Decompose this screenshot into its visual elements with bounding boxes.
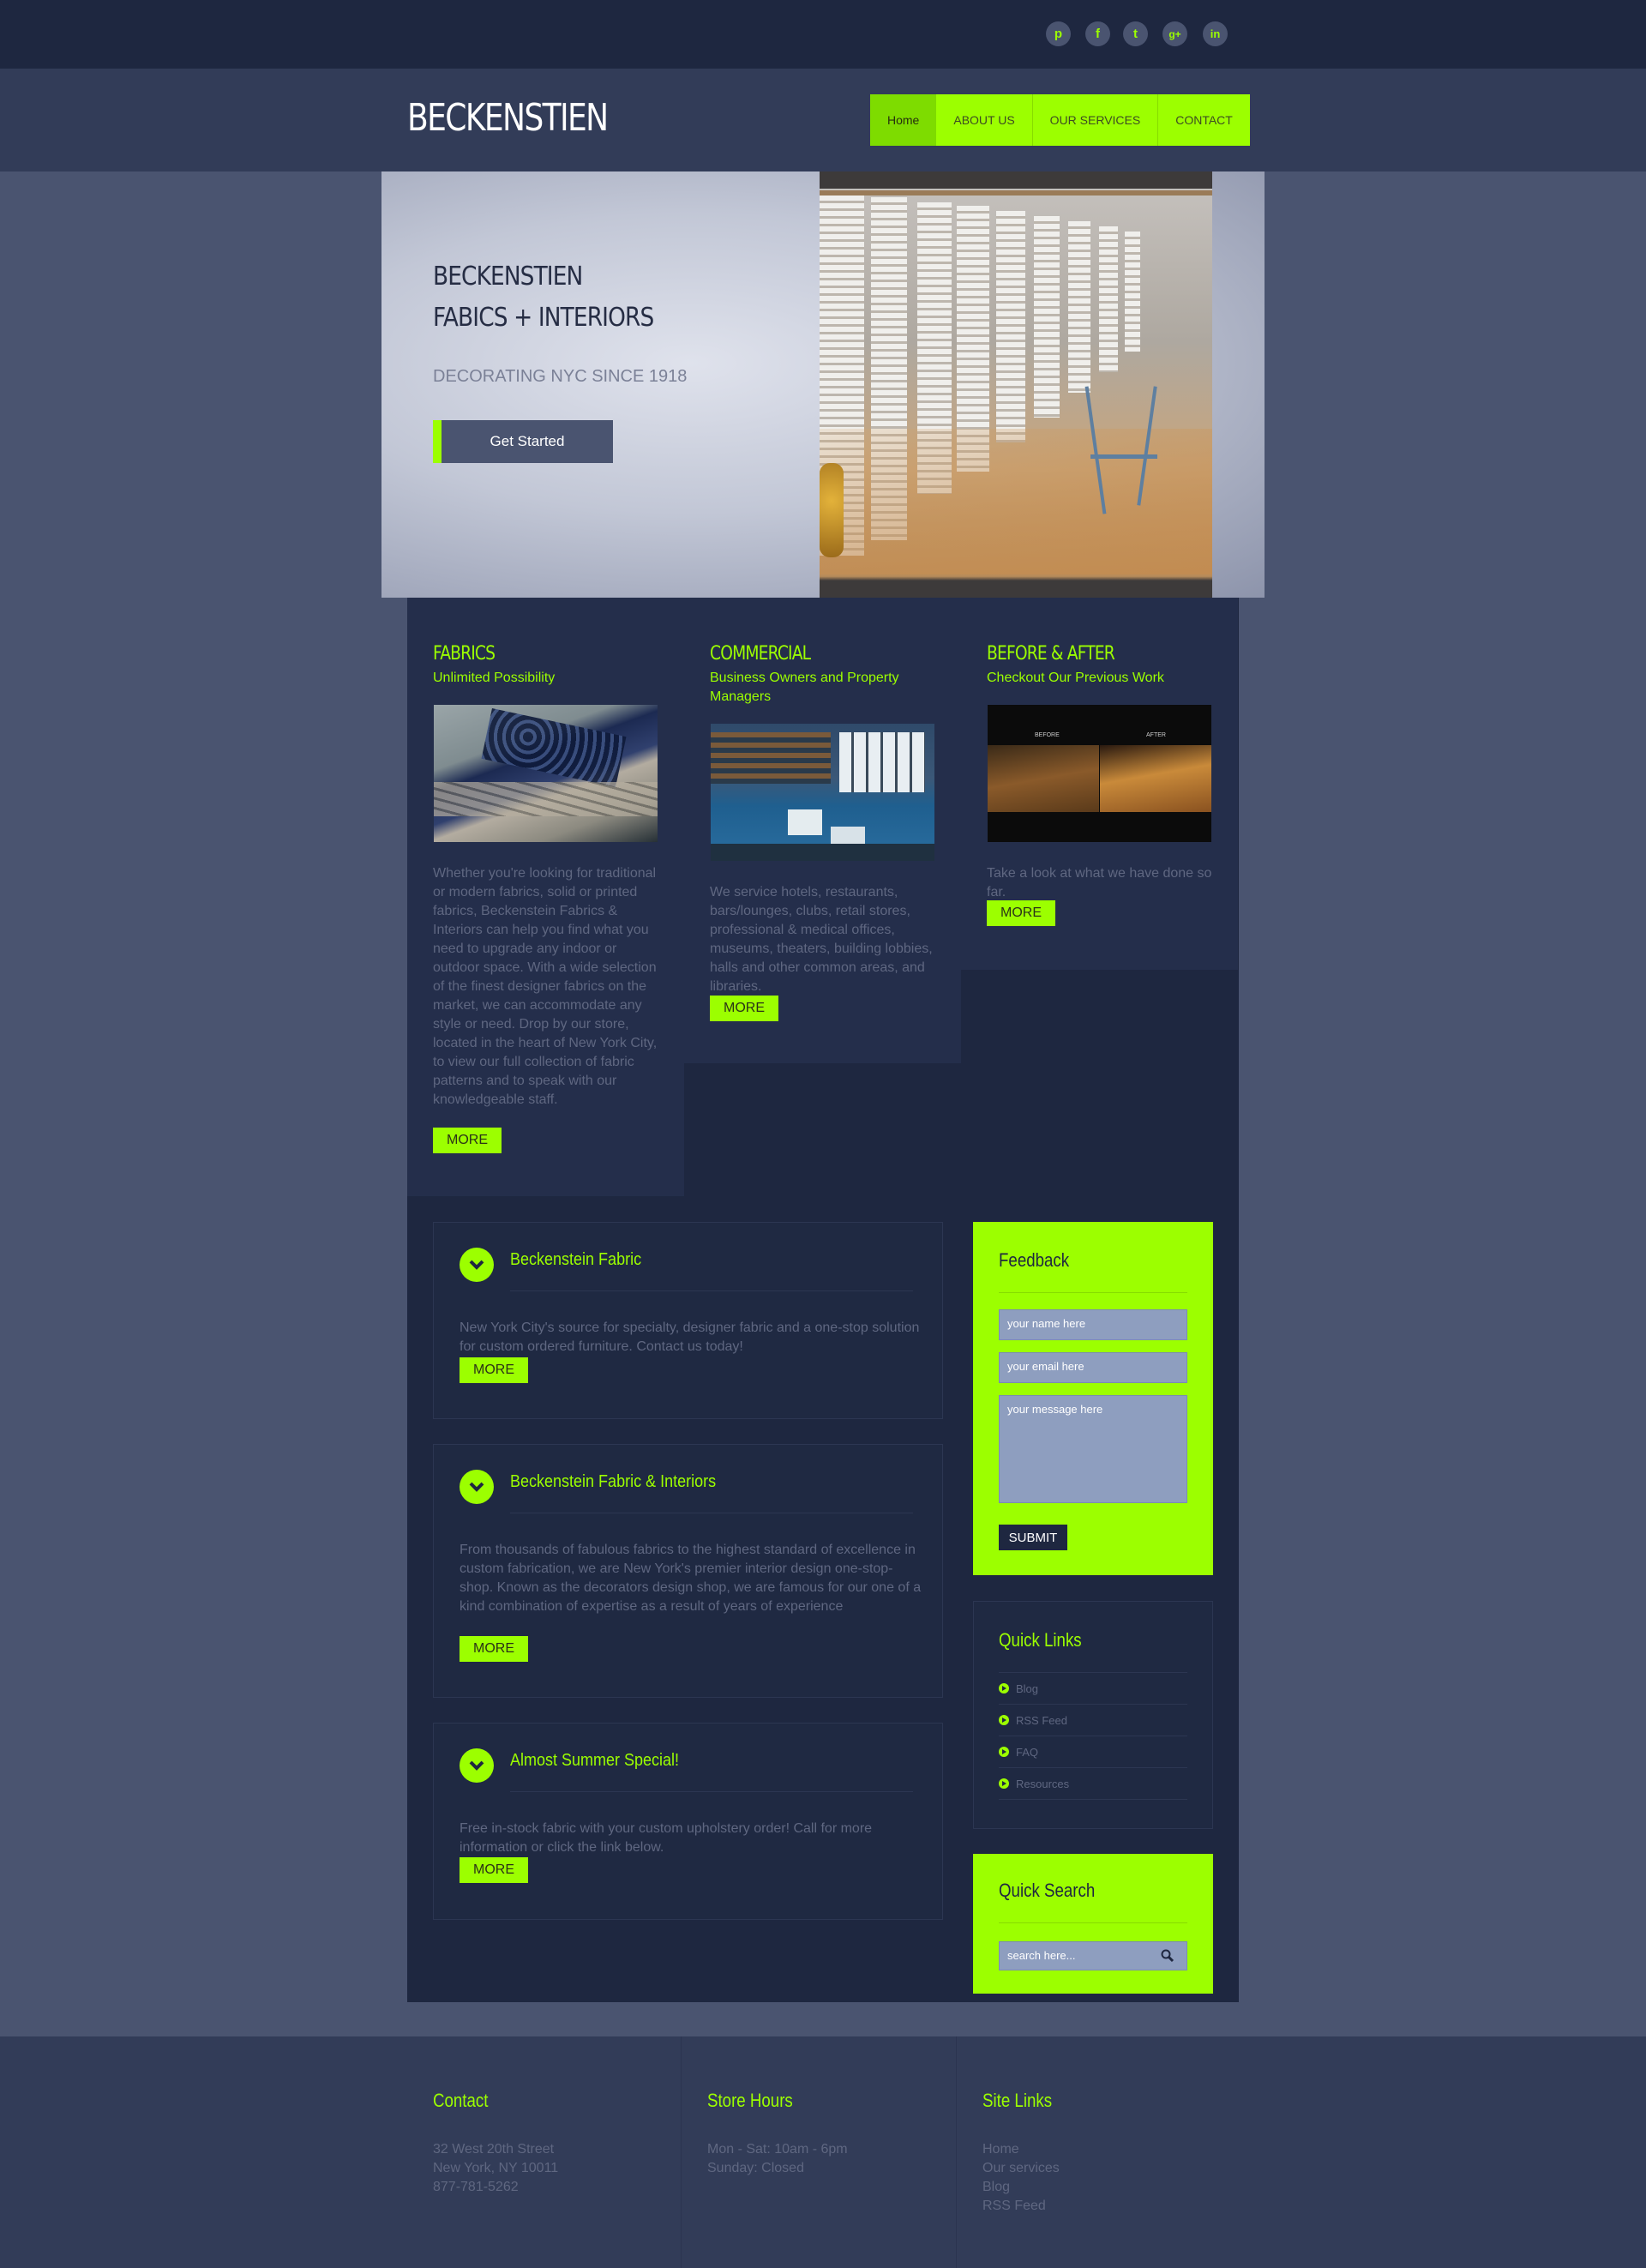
pinterest-icon[interactable]: p	[1046, 21, 1071, 46]
quick-link-resources[interactable]: Resources	[999, 1768, 1187, 1800]
get-started-button[interactable]: Get Started	[433, 420, 613, 463]
panel-title[interactable]: Almost Summer Special!	[510, 1751, 679, 1771]
message-field[interactable]: your message here	[999, 1395, 1187, 1503]
before-after-image: BEFORE AFTER	[988, 705, 1211, 842]
feedback-title: Feedback	[999, 1249, 1070, 1271]
fabrics-text: Whether you're looking for traditional o…	[433, 866, 658, 1107]
footer-link-blog[interactable]: Blog	[982, 2178, 1060, 2197]
site-header	[0, 69, 1646, 171]
chevron-down-icon[interactable]	[460, 1748, 494, 1783]
commercial-subtitle: Business Owners and Property Managers	[710, 671, 899, 704]
footer-hours-info: Mon - Sat: 10am - 6pm Sunday: Closed	[707, 2140, 848, 2178]
arrow-circle-icon	[999, 1747, 1009, 1757]
hero-title-line2: FABICS + INTERIORS	[433, 303, 654, 333]
footer-link-rss-feed[interactable]: RSS Feed	[982, 2197, 1060, 2216]
panel-text: Free in-stock fabric with your custom up…	[460, 1821, 873, 1855]
quick-links-title: Quick Links	[999, 1629, 1082, 1651]
footer-site-links: Home Our services Blog RSS Feed	[982, 2140, 1060, 2216]
divider	[999, 1922, 1187, 1923]
footer-hours-title: Store Hours	[707, 2090, 793, 2111]
google-plus-icon[interactable]: g+	[1162, 21, 1187, 46]
footer-link-our-services[interactable]: Our services	[982, 2159, 1060, 2178]
chevron-down-icon[interactable]	[460, 1248, 494, 1282]
search-icon[interactable]	[1160, 1948, 1175, 1964]
linkedin-icon[interactable]: in	[1203, 21, 1228, 46]
address-line: New York, NY 10011	[433, 2161, 559, 2175]
phone-number: 877-781-5262	[433, 2180, 519, 2194]
hours-line: Sunday: Closed	[707, 2161, 804, 2175]
fabrics-subtitle: Unlimited Possibility	[433, 671, 556, 685]
panel-text: New York City's source for specialty, de…	[460, 1320, 920, 1354]
search-input[interactable]: search here...	[999, 1941, 1187, 1970]
address-line: 32 West 20th Street	[433, 2142, 555, 2157]
arrow-circle-icon	[999, 1683, 1009, 1693]
top-bar	[0, 0, 1646, 69]
panel-more-button[interactable]: MORE	[460, 1857, 528, 1883]
panel-more-button[interactable]: MORE	[460, 1636, 528, 1662]
quick-link-rss-feed[interactable]: RSS Feed	[999, 1705, 1187, 1736]
quick-search-box	[973, 1854, 1213, 1994]
arrow-circle-icon	[999, 1778, 1009, 1789]
divider	[956, 2036, 957, 2268]
before-after-more-button[interactable]: MORE	[987, 900, 1055, 926]
nav-contact[interactable]: CONTACT	[1157, 94, 1250, 146]
name-field[interactable]: your name here	[999, 1309, 1187, 1340]
nav-our-services[interactable]: OUR SERVICES	[1031, 94, 1158, 146]
footer-contact-title: Contact	[433, 2090, 489, 2111]
hero-image	[820, 171, 1212, 598]
fabrics-more-button[interactable]: MORE	[433, 1128, 502, 1153]
hero-subtitle: DECORATING NYC SINCE 1918	[433, 367, 688, 386]
hero-title: BECKENSTIEN	[433, 262, 583, 292]
panel-title[interactable]: Beckenstein Fabric & Interiors	[510, 1472, 716, 1492]
divider	[681, 2036, 682, 2268]
before-after-text: Take a look at what we have done so far.	[987, 866, 1212, 899]
divider	[999, 1292, 1187, 1293]
footer-link-home[interactable]: Home	[982, 2140, 1060, 2159]
twitter-icon[interactable]: t	[1123, 21, 1148, 46]
commercial-title: COMMERCIAL	[710, 643, 811, 665]
before-after-title: BEFORE & AFTER	[987, 643, 1115, 665]
fabrics-title: FABRICS	[433, 643, 496, 665]
quick-link-faq[interactable]: FAQ	[999, 1736, 1187, 1768]
chevron-down-icon[interactable]	[460, 1470, 494, 1504]
fabrics-image	[434, 705, 658, 842]
divider	[510, 1290, 913, 1291]
footer-contact-info: 32 West 20th Street New York, NY 10011 8…	[433, 2140, 558, 2197]
facebook-icon[interactable]: f	[1085, 21, 1110, 46]
divider	[510, 1791, 913, 1792]
commercial-image	[711, 724, 934, 861]
main-nav: Home ABOUT US OUR SERVICES CONTACT	[870, 94, 1250, 146]
panel-title[interactable]: Beckenstein Fabric	[510, 1250, 641, 1270]
quick-search-title: Quick Search	[999, 1880, 1096, 1901]
arrow-circle-icon	[999, 1715, 1009, 1725]
site-logo[interactable]: BECKENSTIEN	[407, 96, 609, 140]
email-field[interactable]: your email here	[999, 1352, 1187, 1383]
nav-about-us[interactable]: ABOUT US	[936, 94, 1031, 146]
hours-line: Mon - Sat: 10am - 6pm	[707, 2142, 848, 2157]
commercial-more-button[interactable]: MORE	[710, 996, 778, 1021]
footer-site-links-title: Site Links	[982, 2090, 1053, 2111]
panel-more-button[interactable]: MORE	[460, 1357, 528, 1383]
quick-link-blog[interactable]: Blog	[999, 1673, 1187, 1705]
commercial-text: We service hotels, restaurants, bars/lou…	[710, 885, 933, 994]
panel-text: From thousands of fabulous fabrics to th…	[460, 1543, 922, 1614]
nav-home[interactable]: Home	[870, 94, 937, 146]
submit-button[interactable]: SUBMIT	[999, 1525, 1067, 1550]
before-after-subtitle: Checkout Our Previous Work	[987, 671, 1164, 685]
